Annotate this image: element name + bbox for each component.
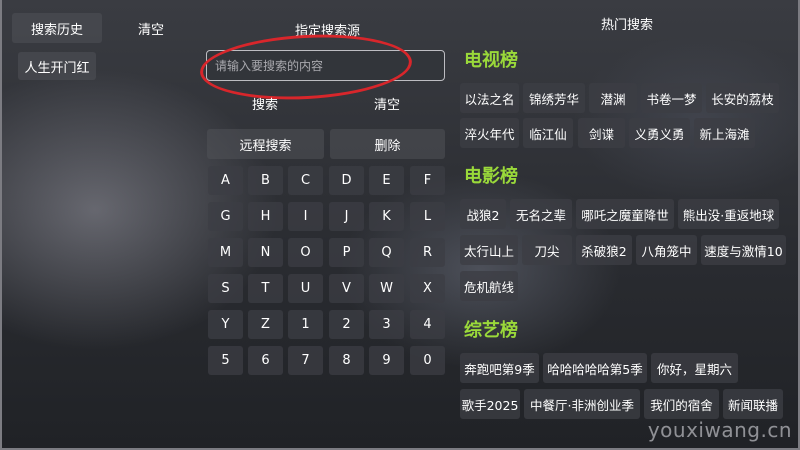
hot-item[interactable]: 杀破狼2 (576, 235, 632, 265)
hot-item[interactable]: 锦绣芳华 (523, 83, 585, 113)
hot-item[interactable]: 剑谍 (578, 118, 625, 148)
key-t[interactable]: T (248, 274, 283, 303)
key-c[interactable]: C (288, 166, 323, 195)
search-source-label[interactable]: 指定搜索源 (295, 20, 360, 39)
hot-item[interactable]: 临江仙 (523, 118, 573, 148)
hot-item[interactable]: 长安的荔枝 (706, 83, 779, 113)
key-9[interactable]: 9 (369, 346, 404, 375)
hot-search-title: 热门搜索 (601, 18, 654, 33)
key-v[interactable]: V (329, 274, 364, 303)
movie-chart-title: 电影榜 (464, 166, 518, 187)
key-8[interactable]: 8 (329, 346, 364, 375)
key-1[interactable]: 1 (288, 310, 323, 339)
key-z[interactable]: Z (248, 310, 283, 339)
hot-item[interactable]: 刀尖 (522, 235, 572, 265)
key-e[interactable]: E (369, 166, 404, 195)
key-s[interactable]: S (208, 274, 243, 303)
key-4[interactable]: 4 (410, 310, 445, 339)
clear-input-button[interactable]: 清空 (348, 88, 426, 118)
hot-item[interactable]: 你好，星期六 (651, 353, 738, 383)
hot-item[interactable]: 太行山上 (460, 235, 518, 265)
key-n[interactable]: N (248, 238, 283, 267)
hot-item[interactable]: 熊出没·重返地球 (678, 199, 779, 229)
hot-item[interactable]: 潜渊 (589, 83, 637, 113)
key-g[interactable]: G (208, 202, 243, 231)
hot-item[interactable]: 八角笼中 (636, 235, 697, 265)
hot-item[interactable]: 危机航线 (460, 271, 518, 301)
hot-item[interactable]: 战狼2 (460, 199, 506, 229)
key-b[interactable]: B (248, 166, 283, 195)
variety-chart-title: 综艺榜 (464, 320, 518, 341)
key-p[interactable]: P (329, 238, 364, 267)
hot-item[interactable]: 哈哈哈哈哈第5季 (543, 353, 647, 383)
key-r[interactable]: R (410, 238, 445, 267)
key-x[interactable]: X (410, 274, 445, 303)
key-i[interactable]: I (288, 202, 323, 231)
key-6[interactable]: 6 (248, 346, 283, 375)
key-h[interactable]: H (248, 202, 283, 231)
key-7[interactable]: 7 (288, 346, 323, 375)
hot-item[interactable]: 哪吒之魔童降世 (576, 199, 674, 229)
search-history-tab[interactable]: 搜索历史 (12, 13, 102, 43)
key-u[interactable]: U (288, 274, 323, 303)
hot-item[interactable]: 以法之名 (460, 83, 519, 113)
key-a[interactable]: A (208, 166, 243, 195)
search-input[interactable] (206, 50, 445, 81)
remote-search-button[interactable]: 远程搜索 (207, 129, 324, 159)
hot-item[interactable]: 淬火年代 (460, 118, 519, 148)
hot-item[interactable]: 新上海滩 (694, 118, 755, 148)
key-w[interactable]: W (369, 274, 404, 303)
key-f[interactable]: F (410, 166, 445, 195)
key-2[interactable]: 2 (329, 310, 364, 339)
hot-item[interactable]: 义勇义勇 (629, 118, 690, 148)
history-item[interactable]: 人生开门红 (18, 52, 96, 80)
key-5[interactable]: 5 (208, 346, 243, 375)
key-k[interactable]: K (369, 202, 404, 231)
hot-item[interactable]: 中餐厅·非洲创业季 (524, 389, 640, 419)
clear-history-button[interactable]: 清空 (114, 13, 188, 43)
key-3[interactable]: 3 (369, 310, 404, 339)
tv-chart-title: 电视榜 (464, 50, 518, 71)
hot-item[interactable]: 书卷一梦 (641, 83, 702, 113)
key-o[interactable]: O (288, 238, 323, 267)
key-j[interactable]: J (329, 202, 364, 231)
search-button[interactable]: 搜索 (226, 88, 304, 118)
hot-item[interactable]: 奔跑吧第9季 (460, 353, 539, 383)
key-d[interactable]: D (329, 166, 364, 195)
hot-item[interactable]: 无名之辈 (510, 199, 572, 229)
watermark: youxiwang.cn (647, 418, 792, 442)
key-m[interactable]: M (208, 238, 243, 267)
hot-item[interactable]: 歌手2025 (460, 389, 520, 419)
key-l[interactable]: L (410, 202, 445, 231)
key-q[interactable]: Q (369, 238, 404, 267)
key-y[interactable]: Y (208, 310, 243, 339)
delete-button[interactable]: 删除 (330, 129, 445, 159)
hot-item[interactable]: 我们的宿舍 (644, 389, 719, 419)
hot-item[interactable]: 速度与激情10 (701, 235, 786, 265)
hot-item[interactable]: 新闻联播 (723, 389, 783, 419)
key-0[interactable]: 0 (410, 346, 445, 375)
